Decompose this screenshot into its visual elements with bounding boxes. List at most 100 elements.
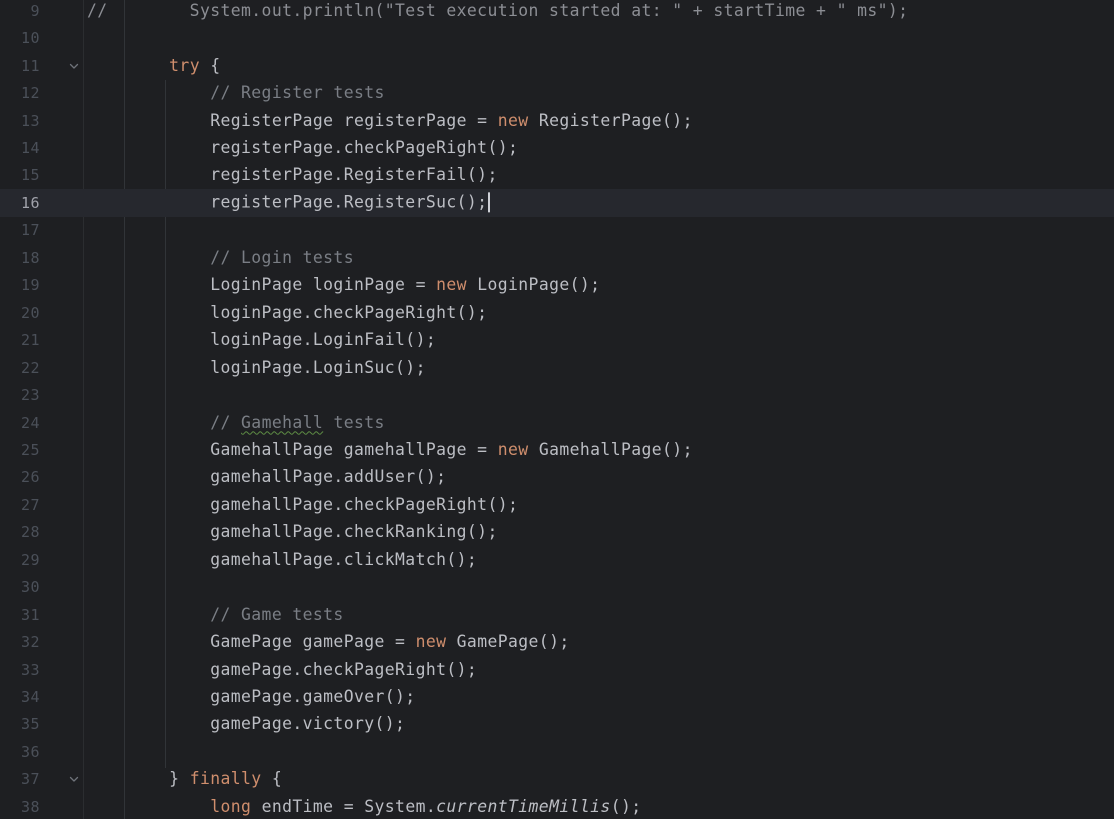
line-number[interactable]: 28 — [0, 523, 40, 541]
code-token: // — [210, 412, 242, 432]
code-line[interactable]: 33 gamePage.checkPageRight(); — [0, 656, 1114, 684]
code-token: // System.out.println("Test execution st… — [87, 0, 909, 20]
line-number[interactable]: 11 — [0, 57, 40, 75]
line-number[interactable]: 18 — [0, 249, 40, 267]
code-editor[interactable]: 9 // System.out.println("Test execution s… — [0, 0, 1114, 819]
code-token: LoginPage(); — [466, 275, 601, 295]
line-number[interactable]: 33 — [0, 661, 40, 679]
code-line[interactable]: 26 gamehallPage.addUser(); — [0, 464, 1114, 492]
line-number[interactable]: 12 — [0, 84, 40, 102]
line-number[interactable]: 26 — [0, 468, 40, 486]
code-line[interactable]: 14 registerPage.checkPageRight(); — [0, 134, 1114, 162]
line-number[interactable]: 31 — [0, 606, 40, 624]
code-token: Gamehall — [241, 412, 324, 432]
line-number[interactable]: 16 — [0, 194, 40, 212]
code-line[interactable]: 38 long endTime = System.currentTimeMill… — [0, 793, 1114, 819]
line-number[interactable]: 13 — [0, 112, 40, 130]
code-token: loginPage.LoginFail(); — [87, 330, 437, 350]
code-token: gamehallPage.addUser(); — [87, 467, 447, 487]
code-line[interactable]: 30 — [0, 573, 1114, 601]
line-number[interactable]: 14 — [0, 139, 40, 157]
line-number[interactable]: 10 — [0, 29, 40, 47]
line-number[interactable]: 25 — [0, 441, 40, 459]
code-line[interactable]: 29 gamehallPage.clickMatch(); — [0, 546, 1114, 574]
code-line[interactable]: 34 gamePage.gameOver(); — [0, 683, 1114, 711]
code-line[interactable]: 19 LoginPage loginPage = new LoginPage()… — [0, 272, 1114, 300]
code-text: // Game tests — [87, 605, 344, 624]
code-text: GamePage gamePage = new GamePage(); — [87, 632, 570, 651]
code-line[interactable]: 21 loginPage.LoginFail(); — [0, 326, 1114, 354]
line-number[interactable]: 37 — [0, 770, 40, 788]
line-number[interactable]: 30 — [0, 578, 40, 596]
code-line[interactable]: 15 registerPage.RegisterFail(); — [0, 162, 1114, 190]
line-number[interactable]: 32 — [0, 633, 40, 651]
code-line[interactable]: 11 try { — [0, 52, 1114, 80]
code-line[interactable]: 10 — [0, 24, 1114, 52]
code-token: currentTimeMillis — [436, 796, 611, 816]
code-token: tests — [323, 412, 385, 432]
code-line[interactable]: 12 // Register tests — [0, 79, 1114, 107]
code-line[interactable]: 28 gamehallPage.checkRanking(); — [0, 519, 1114, 547]
code-token: GamehallPage(); — [528, 440, 693, 460]
code-line[interactable]: 24 // Gamehall tests — [0, 409, 1114, 437]
code-line[interactable]: 18 // Login tests — [0, 244, 1114, 272]
code-line[interactable]: 27 gamehallPage.checkPageRight(); — [0, 491, 1114, 519]
line-number[interactable]: 21 — [0, 331, 40, 349]
code-line[interactable]: 23 — [0, 381, 1114, 409]
line-number[interactable]: 34 — [0, 688, 40, 706]
code-token: gamePage.checkPageRight(); — [87, 659, 478, 679]
code-text: loginPage.LoginFail(); — [87, 330, 436, 349]
line-number[interactable]: 9 — [0, 2, 40, 20]
code-line[interactable]: 17 — [0, 217, 1114, 245]
line-number[interactable]: 22 — [0, 359, 40, 377]
code-token: LoginPage loginPage = — [87, 275, 437, 295]
line-number[interactable]: 19 — [0, 276, 40, 294]
code-token: GamePage gamePage = — [87, 632, 416, 652]
code-token: new — [436, 275, 467, 295]
code-token: gamePage.gameOver(); — [87, 687, 416, 707]
line-number[interactable]: 23 — [0, 386, 40, 404]
code-token: // Login tests — [210, 247, 354, 267]
line-number[interactable]: 29 — [0, 551, 40, 569]
code-line[interactable]: 35 gamePage.victory(); — [0, 711, 1114, 739]
code-line[interactable]: 13 RegisterPage registerPage = new Regis… — [0, 107, 1114, 135]
code-line[interactable]: 36 — [0, 738, 1114, 766]
code-text: gamehallPage.addUser(); — [87, 468, 446, 487]
code-line[interactable]: 9 // System.out.println("Test execution s… — [0, 0, 1114, 25]
line-number[interactable]: 36 — [0, 743, 40, 761]
code-token: { — [261, 769, 283, 789]
code-token: RegisterPage(); — [528, 110, 693, 130]
line-number[interactable]: 35 — [0, 715, 40, 733]
fold-chevron-icon[interactable] — [67, 772, 81, 786]
code-line[interactable]: 20 loginPage.checkPageRight(); — [0, 299, 1114, 327]
code-token: registerPage.RegisterSuc(); — [87, 192, 488, 212]
code-token: registerPage.checkPageRight(); — [87, 138, 519, 158]
code-text: gamehallPage.checkRanking(); — [87, 522, 498, 541]
code-token: gamehallPage.clickMatch(); — [87, 549, 478, 569]
code-line[interactable]: 22 loginPage.LoginSuc(); — [0, 354, 1114, 382]
line-number[interactable]: 15 — [0, 166, 40, 184]
code-token: GamehallPage gamehallPage = — [87, 440, 498, 460]
line-number[interactable]: 17 — [0, 221, 40, 239]
code-line[interactable]: 16 registerPage.RegisterSuc(); — [0, 189, 1114, 217]
line-number[interactable]: 20 — [0, 304, 40, 322]
code-text: GamehallPage gamehallPage = new Gamehall… — [87, 440, 693, 459]
code-text: gamePage.checkPageRight(); — [87, 660, 477, 679]
line-number[interactable]: 24 — [0, 414, 40, 432]
code-token: loginPage.checkPageRight(); — [87, 302, 488, 322]
line-number[interactable]: 38 — [0, 798, 40, 816]
code-text: registerPage.RegisterSuc(); — [87, 192, 491, 213]
code-line[interactable]: 37 } finally { — [0, 766, 1114, 794]
line-number[interactable]: 27 — [0, 496, 40, 514]
code-line[interactable]: 31 // Game tests — [0, 601, 1114, 629]
code-line[interactable]: 25 GamehallPage gamehallPage = new Gameh… — [0, 436, 1114, 464]
code-line[interactable]: 32 GamePage gamePage = new GamePage(); — [0, 628, 1114, 656]
fold-chevron-icon[interactable] — [67, 59, 81, 73]
code-text: RegisterPage registerPage = new Register… — [87, 111, 693, 130]
code-token: new — [497, 440, 529, 460]
